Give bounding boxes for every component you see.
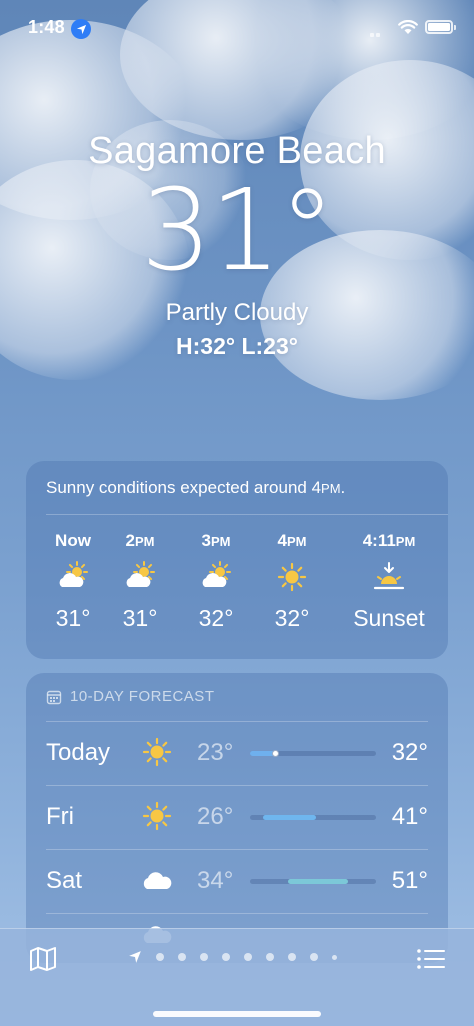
map-button[interactable]	[28, 945, 58, 978]
temperature-range-fill	[287, 879, 349, 884]
hourly-item: 2PM 31°	[106, 531, 174, 632]
hourly-time: 2PM	[125, 531, 155, 550]
hourly-summary: Sunny conditions expected around 4PM.	[46, 478, 346, 497]
sun-icon	[140, 735, 174, 774]
forecast-day: Fri	[46, 803, 74, 830]
hourly-time: 3PM	[201, 531, 231, 550]
partly-sunny-icon	[34, 559, 112, 595]
status-time: 1:48	[28, 17, 65, 37]
forecast-high: 41°	[391, 803, 428, 830]
page-dot[interactable]	[222, 953, 230, 961]
high-low-text: H:32° L:23°	[176, 333, 298, 359]
hourly-item: 4PM 32°	[258, 531, 326, 632]
hourly-time: Now	[55, 531, 91, 550]
current-temp-marker	[272, 750, 280, 757]
partly-sunny-icon	[106, 559, 174, 595]
forecast-low: 23°	[197, 739, 234, 766]
hourly-item: 3PM 32°	[182, 531, 250, 632]
hourly-temp: 32°	[274, 605, 310, 631]
page-dot[interactable]	[156, 953, 164, 961]
status-bar: 1:48	[0, 0, 474, 58]
ten-day-forecast-card[interactable]: 10-DAY FORECAST Today 23° 32° Fri 26° 41° Sat 3…	[26, 673, 448, 963]
forecast-low: 26°	[197, 803, 234, 830]
divider	[46, 721, 428, 722]
divider	[46, 785, 428, 786]
current-location-arrow-icon	[129, 951, 141, 963]
hourly-temp: 32°	[198, 605, 234, 631]
bottom-toolbar	[0, 928, 474, 1026]
forecast-row[interactable]: Today 23° 32°	[26, 721, 448, 785]
temperature-range-fill	[262, 815, 316, 820]
sunset-icon	[336, 559, 442, 595]
location-services-icon	[71, 19, 91, 39]
wifi-icon	[398, 19, 418, 40]
calendar-icon	[46, 690, 62, 704]
hourly-time: 4:11PM	[362, 531, 416, 550]
forecast-day: Today	[46, 739, 111, 766]
home-indicator[interactable]	[153, 1011, 321, 1017]
temperature-range-bar	[250, 815, 376, 820]
hourly-temp: 31°	[122, 605, 158, 631]
forecast-low: 34°	[197, 867, 234, 894]
city-list-button[interactable]	[416, 947, 446, 976]
hourly-temp: Sunset	[353, 605, 425, 631]
map-icon	[30, 947, 56, 971]
page-dot[interactable]	[244, 953, 252, 961]
divider	[46, 913, 428, 914]
page-dot[interactable]	[332, 954, 337, 960]
page-dot[interactable]	[178, 953, 186, 961]
cellular-signal-icon	[370, 24, 382, 42]
forecast-row[interactable]: Sat 34° 51°	[26, 849, 448, 913]
page-dot[interactable]	[288, 953, 296, 961]
battery-icon	[425, 20, 456, 34]
hourly-temp: 31°	[55, 605, 91, 631]
divider	[46, 849, 428, 850]
forecast-high: 51°	[391, 867, 428, 894]
partly-sunny-icon	[182, 559, 250, 595]
page-dot[interactable]	[310, 953, 318, 961]
page-dot[interactable]	[266, 953, 274, 961]
hourly-item: 4:11PM Sunset	[336, 531, 442, 632]
current-temperature: 31°	[140, 166, 336, 296]
hourly-item: Now 31°	[34, 531, 112, 632]
sun-icon	[140, 799, 174, 838]
list-icon	[417, 949, 445, 969]
sun-icon	[258, 559, 326, 595]
forecast-day: Sat	[46, 867, 83, 894]
cloud-icon	[140, 863, 174, 902]
ten-day-header: 10-DAY FORECAST	[46, 688, 214, 705]
forecast-high: 32°	[391, 739, 428, 766]
temperature-range-bar	[250, 879, 376, 884]
hourly-time: 4PM	[277, 531, 307, 550]
forecast-row[interactable]: Fri 26° 41°	[26, 785, 448, 849]
temperature-range-bar	[250, 750, 376, 757]
hourly-forecast-card[interactable]: Sunny conditions expected around 4PM. No…	[26, 461, 448, 659]
divider	[46, 514, 448, 515]
condition-text: Partly Cloudy	[165, 299, 309, 326]
current-conditions: Sagamore Beach 31° Partly Cloudy H:32° L…	[0, 130, 474, 360]
page-dot[interactable]	[200, 953, 208, 961]
page-indicator[interactable]	[128, 950, 351, 964]
